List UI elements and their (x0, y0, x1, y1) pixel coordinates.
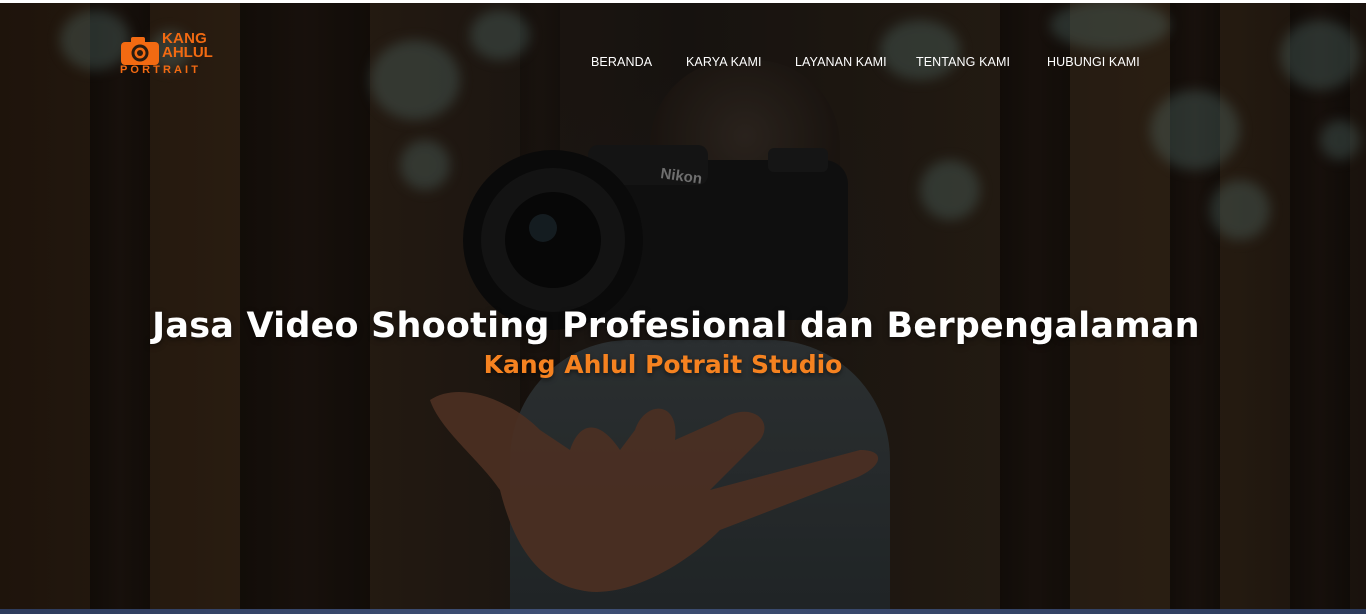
nav-karya-kami[interactable]: KARYA KAMI (686, 55, 762, 69)
nav-beranda[interactable]: BERANDA (591, 55, 652, 69)
hero-title: Jasa Video Shooting Profesional dan Berp… (152, 306, 1200, 346)
camera-icon (121, 37, 159, 65)
nav-layanan-kami[interactable]: LAYANAN KAMI (795, 55, 887, 69)
brand-logo[interactable]: KANG AHLUL PORTRAIT (120, 31, 216, 78)
nav-hubungi-kami[interactable]: HUBUNGI KAMI (1047, 55, 1140, 69)
bottom-bar (0, 609, 1366, 614)
nav-tentang-kami[interactable]: TENTANG KAMI (916, 55, 1010, 69)
top-border (0, 0, 1366, 3)
hero-subtitle: Kang Ahlul Potrait Studio (483, 350, 843, 379)
brand-line-2: AHLUL (162, 44, 213, 61)
brand-line-3: PORTRAIT (120, 64, 202, 76)
